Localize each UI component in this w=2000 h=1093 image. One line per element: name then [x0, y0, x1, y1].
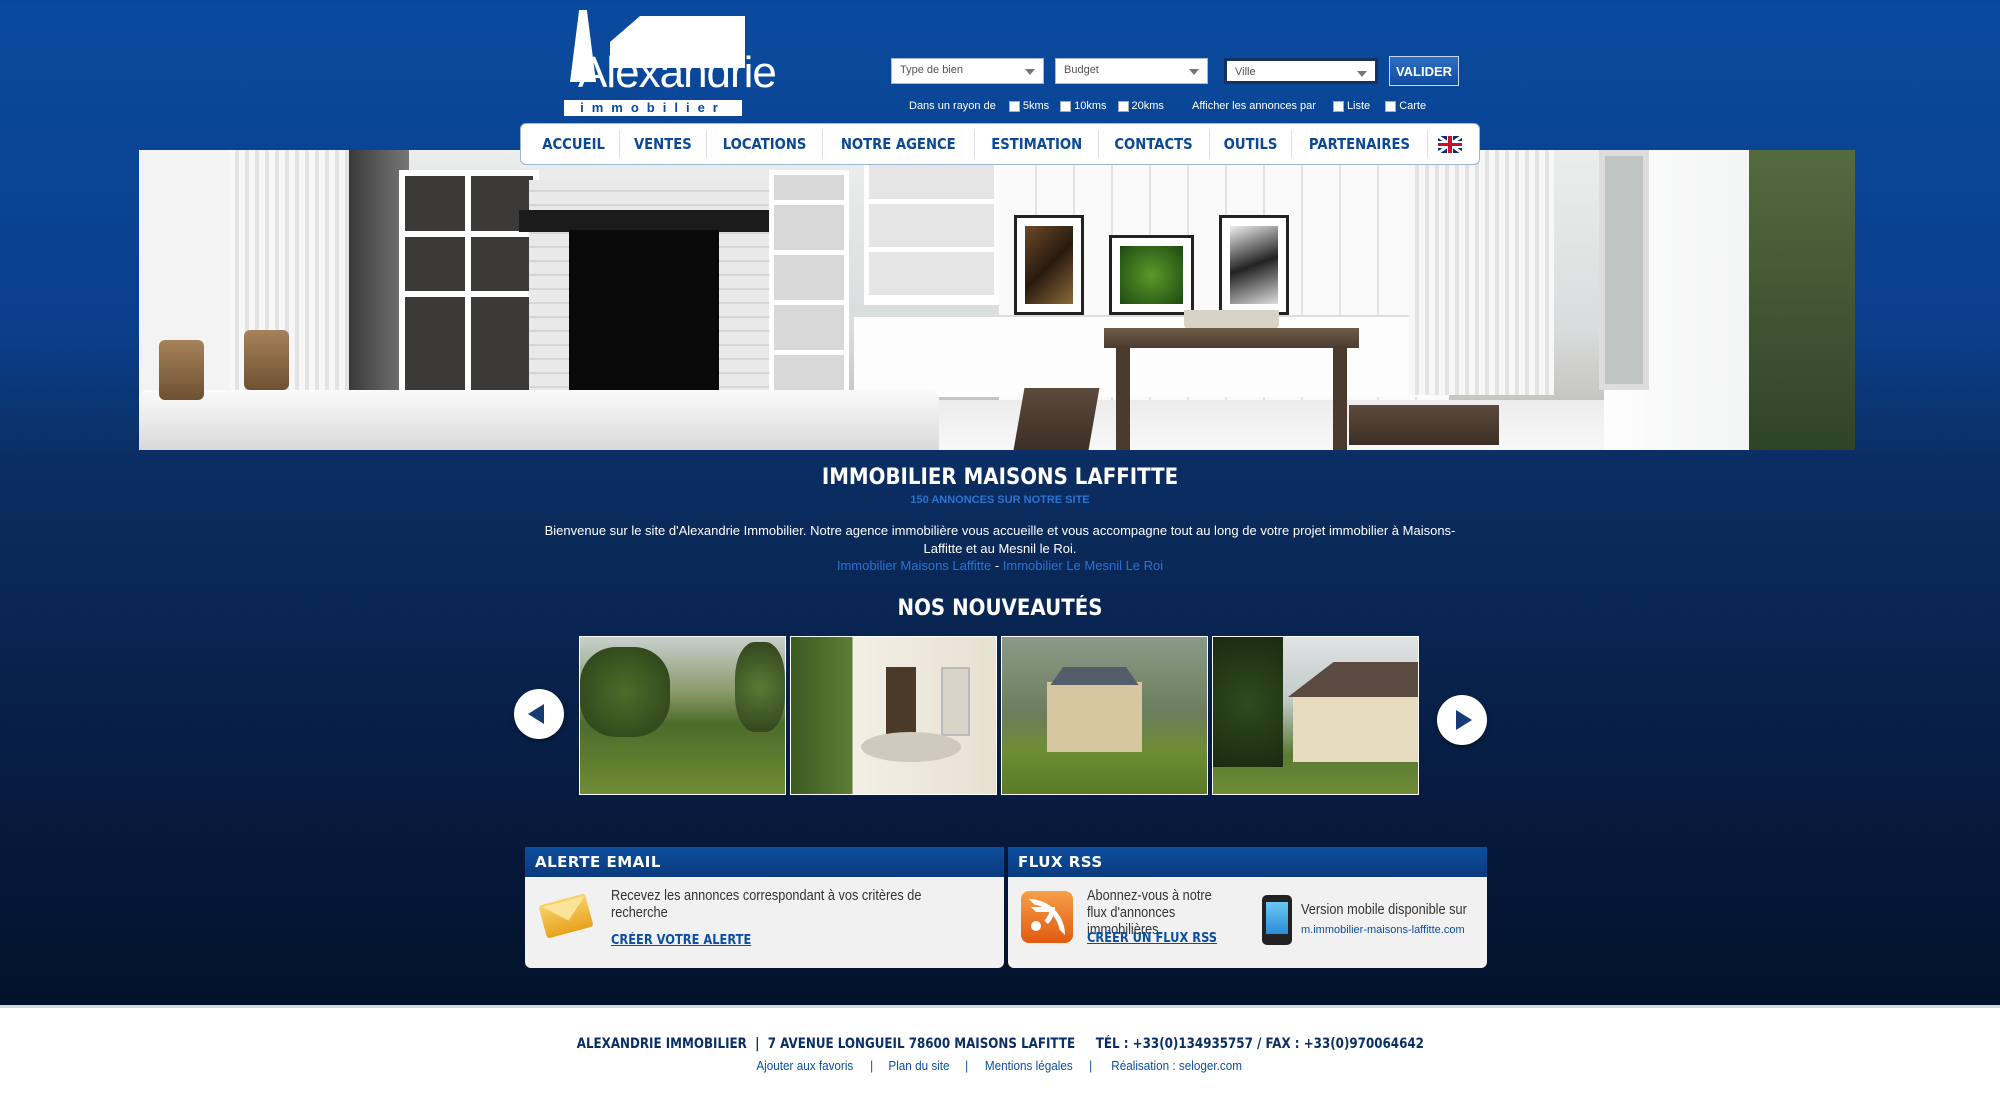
footer-separator: | [964, 1058, 968, 1073]
type-bien-label: Type de bien [900, 64, 963, 76]
nav-locations[interactable]: LOCATIONS [723, 135, 807, 153]
valider-button[interactable]: VALIDER [1389, 56, 1459, 86]
main-nav: ACCUEIL VENTES LOCATIONS NOTRE AGENCE ES… [520, 123, 1480, 165]
type-bien-select[interactable]: Type de bien [891, 58, 1044, 84]
chevron-down-icon [1357, 71, 1367, 77]
footer-link-seloger[interactable]: Réalisation : seloger.com [1111, 1058, 1242, 1073]
annonces-count: 150 ANNONCES SUR NOTRE SITE [910, 494, 1090, 506]
arrow-right-icon [1456, 710, 1472, 730]
hero-interior-image [139, 150, 1855, 450]
rayon-20-label: 20kms [1131, 100, 1164, 112]
listing-thumbnail[interactable] [790, 636, 997, 795]
link-immobilier-maisons-laffitte[interactable]: Immobilier Maisons Laffitte [837, 558, 991, 573]
footer-link-plan-du-site[interactable]: Plan du site [889, 1058, 950, 1073]
affichage-label: Afficher les annonces par [1192, 100, 1316, 112]
mobile-phone-icon [1262, 895, 1292, 945]
envelope-icon [538, 889, 594, 939]
chevron-down-icon [1025, 69, 1035, 75]
budget-label: Budget [1064, 64, 1099, 76]
nav-contacts[interactable]: CONTACTS [1115, 135, 1193, 153]
nav-estimation[interactable]: ESTIMATION [991, 135, 1082, 153]
alerte-email-header: ALERTE EMAIL [525, 847, 1004, 877]
affichage-options: Afficher les annonces par Liste Carte [1192, 100, 1426, 112]
link-separator: - [991, 558, 1003, 573]
nouveautes-title: NOS NOUVEAUTÉS [897, 596, 1103, 621]
listing-thumbnail[interactable] [579, 636, 786, 795]
intro-text: Bienvenue sur le site d'Alexandrie Immob… [544, 523, 1456, 556]
footer-separator: | [1089, 1058, 1093, 1073]
arrow-left-icon [528, 704, 544, 724]
rayon-label: Dans un rayon de [909, 100, 996, 112]
rayon-5-label: 5kms [1022, 100, 1050, 112]
nav-ventes[interactable]: VENTES [634, 135, 692, 153]
carte-checkbox[interactable] [1385, 100, 1397, 112]
ville-label: Ville [1235, 66, 1256, 78]
carousel-next-button[interactable] [1437, 695, 1487, 745]
footer-link-mentions-legales[interactable]: Mentions légales [985, 1058, 1073, 1073]
rayon-10-label: 10kms [1074, 100, 1107, 112]
mobile-url-link[interactable]: m.immobilier-maisons-laffitte.com [1301, 924, 1465, 936]
rayon-20-checkbox[interactable] [1117, 100, 1129, 112]
liste-checkbox[interactable] [1332, 100, 1344, 112]
alerte-email-box: ALERTE EMAIL Recevez les annonces corres… [525, 847, 1004, 968]
footer-link-favoris[interactable]: Ajouter aux favoris [756, 1058, 853, 1073]
footer-contact: ALEXANDRIE IMMOBILIER | 7 AVENUE LONGUEI… [576, 1036, 1424, 1052]
creer-alerte-link[interactable]: CRÉER VOTRE ALERTE [611, 933, 751, 948]
site-logo[interactable]: Alexandrie immobilier [560, 10, 777, 116]
intro-links: Immobilier Maisons Laffitte - Immobilier… [0, 558, 2000, 573]
nav-outils[interactable]: OUTILS [1223, 135, 1277, 153]
flux-rss-header: FLUX RSS [1008, 847, 1487, 877]
page-title: IMMOBILIER MAISONS LAFFITTE [821, 465, 1179, 490]
nav-accueil[interactable]: ACCUEIL [542, 135, 605, 153]
nav-partenaires[interactable]: PARTENAIRES [1309, 135, 1410, 153]
carousel-prev-button[interactable] [514, 689, 564, 739]
link-immobilier-mesnil[interactable]: Immobilier Le Mesnil Le Roi [1003, 558, 1163, 573]
rayon-5-checkbox[interactable] [1008, 100, 1020, 112]
mobile-text: Version mobile disponible sur [1301, 901, 1467, 918]
logo-subtext: immobilier [564, 100, 742, 116]
carte-label: Carte [1399, 100, 1427, 112]
rayon-10-checkbox[interactable] [1060, 100, 1072, 112]
liste-label: Liste [1346, 100, 1371, 112]
chevron-down-icon [1189, 69, 1199, 75]
rayon-options: Dans un rayon de 5kms 10kms 20kms [909, 100, 1164, 112]
nav-notre-agence[interactable]: NOTRE AGENCE [841, 135, 956, 153]
flux-rss-box: FLUX RSS Abonnez-vous à notre flux d'ann… [1008, 847, 1487, 968]
budget-select[interactable]: Budget [1055, 58, 1208, 84]
logo-text: Alexandrie [578, 48, 777, 97]
listing-thumbnail[interactable] [1212, 636, 1419, 795]
rss-icon[interactable] [1021, 891, 1073, 943]
alerte-text: Recevez les annonces correspondant à vos… [611, 887, 922, 921]
footer: ALEXANDRIE IMMOBILIER | 7 AVENUE LONGUEI… [0, 1005, 2000, 1093]
footer-separator: | [870, 1058, 874, 1073]
listing-thumbnail[interactable] [1001, 636, 1208, 795]
uk-flag-icon[interactable] [1437, 135, 1462, 153]
ville-input[interactable]: Ville [1224, 58, 1378, 84]
creer-flux-rss-link[interactable]: CRÉER UN FLUX RSS [1087, 931, 1217, 946]
